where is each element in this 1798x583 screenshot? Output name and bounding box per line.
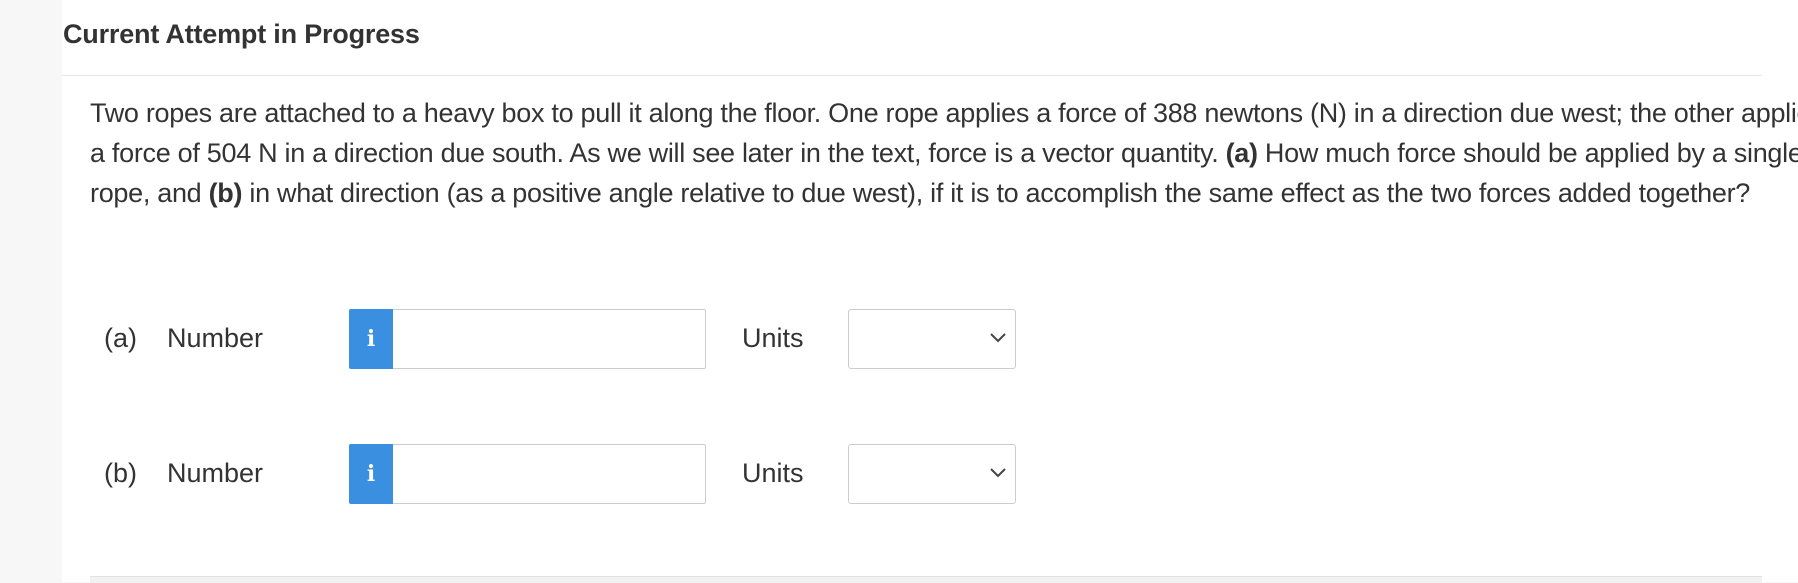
question-card: Current Attempt in Progress Two ropes ar… xyxy=(62,0,1798,583)
number-input-b[interactable] xyxy=(393,444,706,504)
info-button-a[interactable]: i xyxy=(349,309,393,369)
units-label-b: Units xyxy=(742,458,804,488)
info-button-b[interactable]: i xyxy=(349,444,393,504)
number-label-a: Number xyxy=(167,323,264,353)
chevron-down-icon xyxy=(990,333,1006,343)
part-label-a: (a) xyxy=(104,323,137,353)
info-icon: i xyxy=(366,461,376,487)
left-gutter xyxy=(0,0,62,582)
attempt-header: Current Attempt in Progress xyxy=(62,0,1762,76)
units-label-a: Units xyxy=(742,323,804,353)
page-title: Current Attempt in Progress xyxy=(63,19,420,49)
question-text-part-3: in what direction (as a positive angle r… xyxy=(242,178,1750,208)
info-icon: i xyxy=(366,326,376,352)
part-b-marker: (b) xyxy=(208,178,243,208)
question-text: Two ropes are attached to a heavy box to… xyxy=(90,93,1798,213)
part-a-marker: (a) xyxy=(1225,138,1258,168)
chevron-down-icon xyxy=(990,468,1006,478)
part-label-b: (b) xyxy=(104,458,137,488)
units-select-b[interactable] xyxy=(848,444,1016,504)
number-label-b: Number xyxy=(167,458,264,488)
units-select-a[interactable] xyxy=(848,309,1016,369)
number-input-a[interactable] xyxy=(393,309,706,369)
